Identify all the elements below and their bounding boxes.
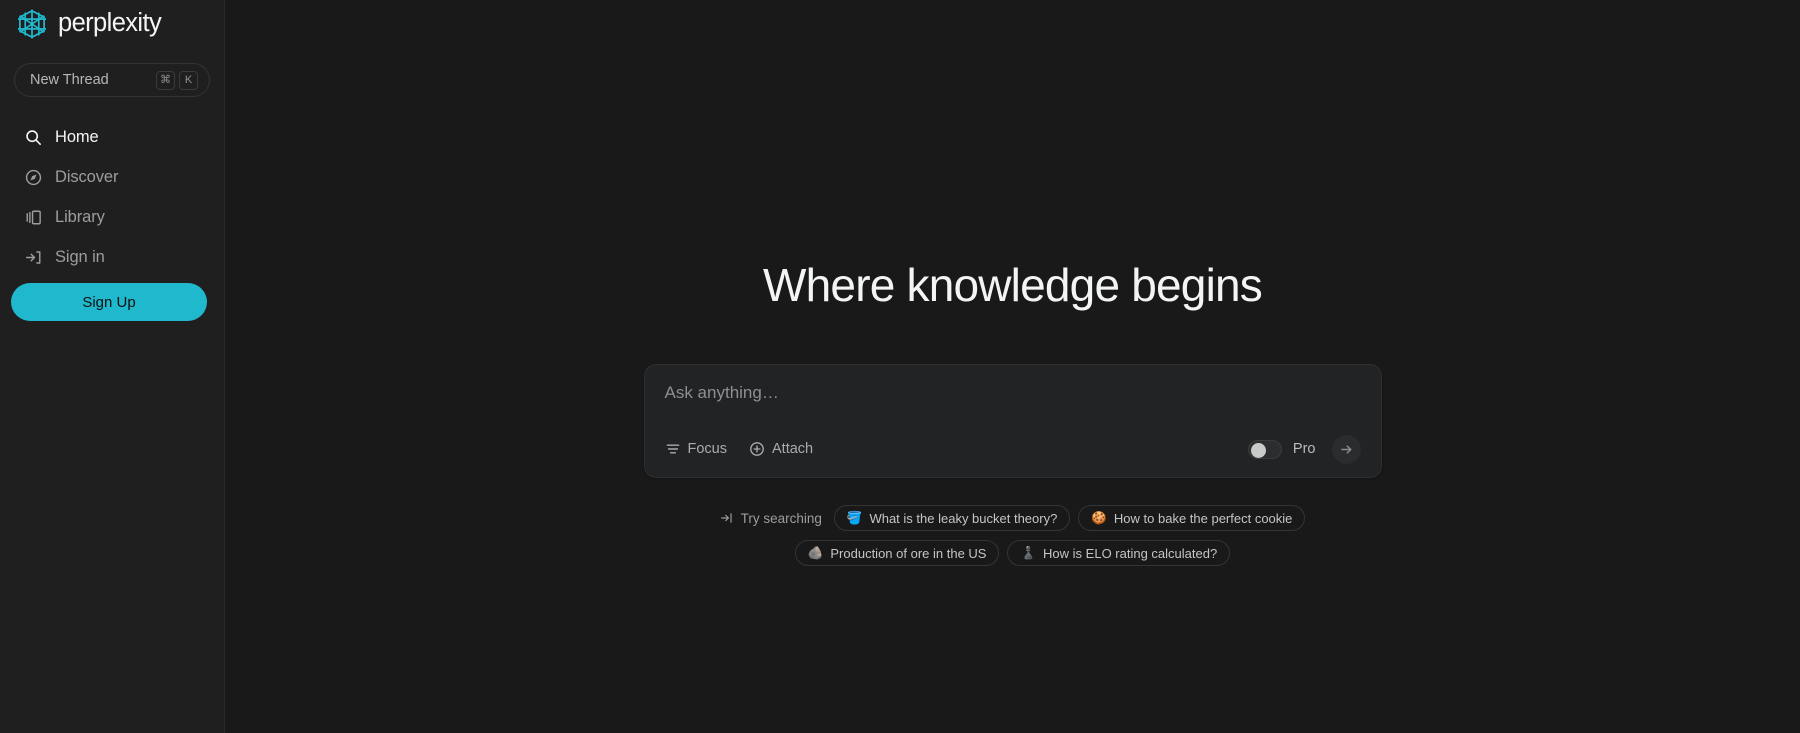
pro-label: Pro <box>1292 441 1316 457</box>
attach-button[interactable]: Attach <box>749 437 821 461</box>
chip-label: Production of ore in the US <box>830 545 987 561</box>
chip-label: What is the leaky bucket theory? <box>869 510 1058 526</box>
library-icon <box>26 210 41 224</box>
submit-button[interactable] <box>1331 434 1361 464</box>
sidebar-item-label: Sign in <box>55 247 105 266</box>
circle-plus-icon <box>750 442 764 456</box>
attach-label: Attach <box>772 441 814 457</box>
suggestion-chip[interactable]: 🪣 What is the leaky bucket theory? <box>833 505 1071 531</box>
sidebar-nav: Home Discover Library Sign in <box>14 117 210 277</box>
chip-emoji-icon: 🍪 <box>1091 510 1107 525</box>
focus-label: Focus <box>687 441 728 457</box>
ask-anything-box[interactable]: Ask anything… Focus Attach Pro <box>643 364 1382 478</box>
chip-label: How to bake the perfect cookie <box>1113 510 1293 526</box>
key-k: K <box>179 70 198 90</box>
sidebar-item-discover[interactable]: Discover <box>14 157 210 197</box>
chip-emoji-icon: 🪣 <box>846 510 863 525</box>
arrow-into-bracket-icon <box>720 513 732 523</box>
pro-toggle[interactable] <box>1247 439 1282 459</box>
sign-up-button[interactable]: Sign Up <box>11 283 207 321</box>
suggestions-row: Try searching 🪣 What is the leaky bucket… <box>593 505 1433 531</box>
page-title: Where knowledge begins <box>763 259 1263 311</box>
sidebar-item-label: Discover <box>55 167 119 186</box>
perplexity-asterisk-icon <box>17 9 47 39</box>
ask-input[interactable]: Ask anything… <box>665 383 1361 433</box>
sidebar-item-library[interactable]: Library <box>14 197 210 237</box>
new-thread-label: New Thread <box>30 72 109 88</box>
new-thread-button[interactable]: New Thread ⌘ K <box>14 63 210 97</box>
ask-toolbar: Focus Attach Pro <box>665 433 1361 465</box>
chip-emoji-icon: ♟️ <box>1020 545 1037 560</box>
sidebar-item-label: Library <box>55 207 105 226</box>
key-command: ⌘ <box>156 70 175 90</box>
suggestion-chip[interactable]: ♟️ How is ELO rating calculated? <box>1007 540 1231 566</box>
focus-button[interactable]: Focus <box>665 437 736 461</box>
suggestion-chip[interactable]: 🪨 Production of ore in the US <box>794 540 1000 566</box>
chip-label: How is ELO rating calculated? <box>1043 545 1218 561</box>
new-thread-shortcut: ⌘ K <box>156 70 198 90</box>
filter-icon <box>666 444 679 454</box>
brand-wordmark: perplexity <box>58 9 162 38</box>
search-icon <box>26 129 41 145</box>
arrow-right-icon <box>1340 444 1352 454</box>
main-content: Where knowledge begins Ask anything… Foc… <box>225 0 1800 733</box>
sidebar: perplexity New Thread ⌘ K Home Discover … <box>0 0 225 733</box>
suggestions-row: 🪨 Production of ore in the US ♟️ How is … <box>593 540 1433 566</box>
sidebar-item-label: Home <box>55 127 99 146</box>
compass-icon <box>25 169 42 185</box>
suggestion-chip[interactable]: 🍪 How to bake the perfect cookie <box>1078 505 1306 531</box>
brand-logo[interactable]: perplexity <box>14 2 210 46</box>
suggestions: Try searching 🪣 What is the leaky bucket… <box>593 505 1433 575</box>
app-root: perplexity New Thread ⌘ K Home Discover … <box>0 0 1800 733</box>
login-icon <box>25 250 41 264</box>
sidebar-item-sign-in[interactable]: Sign in <box>14 237 210 277</box>
try-searching-text: Try searching <box>740 510 822 526</box>
pro-toggle-knob <box>1250 442 1266 458</box>
chip-emoji-icon: 🪨 <box>807 545 824 560</box>
try-searching-label: Try searching <box>720 511 822 526</box>
sidebar-item-home[interactable]: Home <box>14 117 210 157</box>
